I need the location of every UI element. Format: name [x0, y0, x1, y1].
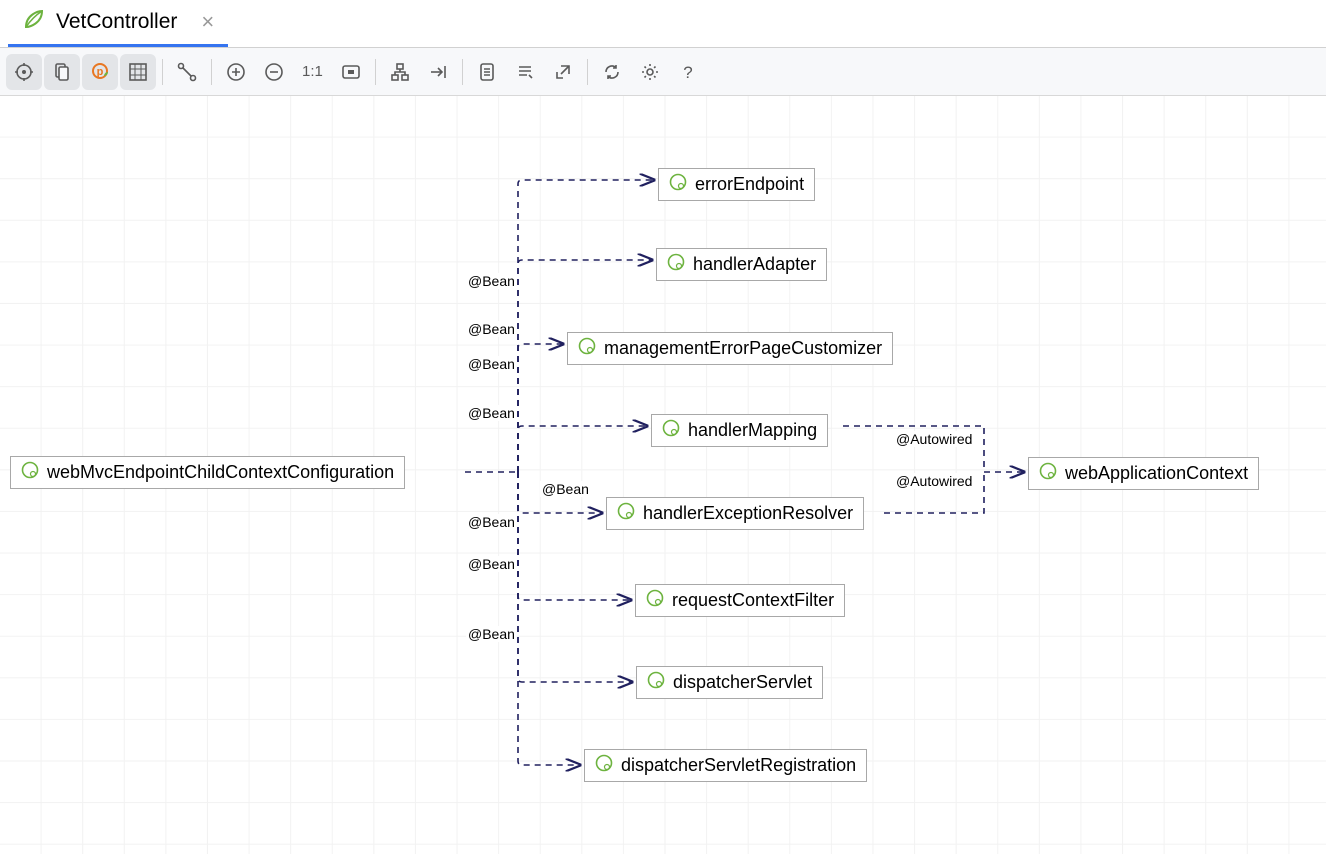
bean-icon [1039, 462, 1057, 485]
edge-label-autowired: @Autowired [894, 473, 974, 489]
svg-text:?: ? [683, 63, 692, 82]
toolbar: p 1:1 ? [0, 48, 1326, 96]
diagram-canvas[interactable]: @Bean @Bean @Bean @Bean @Bean @Bean @Bea… [0, 96, 1326, 854]
toolbar-sep [211, 59, 212, 85]
zoom-in-icon[interactable] [218, 54, 254, 90]
node-request-context-filter[interactable]: requestContextFilter [635, 584, 845, 617]
node-label: dispatcherServletRegistration [621, 755, 856, 776]
node-label: dispatcherServlet [673, 672, 812, 693]
node-label: webMvcEndpointChildContextConfiguration [47, 462, 394, 483]
documents-icon[interactable] [44, 54, 80, 90]
tab-bar: VetController × [0, 0, 1326, 48]
toolbar-sep [162, 59, 163, 85]
svg-text:p: p [97, 66, 104, 78]
refresh-icon[interactable] [594, 54, 630, 90]
node-error-endpoint[interactable]: errorEndpoint [658, 168, 815, 201]
node-label: handlerMapping [688, 420, 817, 441]
node-label: handlerAdapter [693, 254, 816, 275]
edge-label-bean: @Bean [466, 321, 517, 337]
spring-leaf-icon [22, 7, 46, 37]
node-handler-mapping[interactable]: handlerMapping [651, 414, 828, 447]
help-icon[interactable]: ? [670, 54, 706, 90]
node-dispatcher-servlet-registration[interactable]: dispatcherServletRegistration [584, 749, 867, 782]
edge-label-bean: @Bean [466, 556, 517, 572]
toolbar-sep [375, 59, 376, 85]
node-handler-adapter[interactable]: handlerAdapter [656, 248, 827, 281]
fit-icon[interactable] [333, 54, 369, 90]
zoom-out-icon[interactable] [256, 54, 292, 90]
edge-label-bean: @Bean [466, 514, 517, 530]
node-management-error-page-customizer[interactable]: managementErrorPageCustomizer [567, 332, 893, 365]
bean-icon [646, 589, 664, 612]
edge-label-autowired: @Autowired [894, 431, 974, 447]
node-label: managementErrorPageCustomizer [604, 338, 882, 359]
bean-icon [21, 461, 39, 484]
edge-label-bean: @Bean [466, 626, 517, 642]
bean-icon [595, 754, 613, 777]
tab-title: VetController [56, 10, 177, 34]
hierarchy-icon[interactable] [382, 54, 418, 90]
node-web-application-context[interactable]: webApplicationContext [1028, 457, 1259, 490]
node-label: errorEndpoint [695, 174, 804, 195]
zoom-level[interactable]: 1:1 [294, 63, 331, 80]
notes-icon[interactable] [507, 54, 543, 90]
bean-icon [617, 502, 635, 525]
tab-vetcontroller[interactable]: VetController × [8, 0, 228, 47]
target-icon[interactable] [6, 54, 42, 90]
bean-icon [667, 253, 685, 276]
bean-icon [647, 671, 665, 694]
node-label: handlerExceptionResolver [643, 503, 853, 524]
gear-icon[interactable] [632, 54, 668, 90]
node-dispatcher-servlet[interactable]: dispatcherServlet [636, 666, 823, 699]
align-right-icon[interactable] [420, 54, 456, 90]
document-icon[interactable] [469, 54, 505, 90]
popout-icon[interactable] [545, 54, 581, 90]
close-icon[interactable]: × [201, 11, 214, 33]
node-label: webApplicationContext [1065, 463, 1248, 484]
node-handler-exception-resolver[interactable]: handlerExceptionResolver [606, 497, 864, 530]
edge-label-bean: @Bean [540, 481, 591, 497]
product-icon[interactable]: p [82, 54, 118, 90]
edge-label-bean: @Bean [466, 273, 517, 289]
edge-label-bean: @Bean [466, 356, 517, 372]
node-root[interactable]: webMvcEndpointChildContextConfiguration [10, 456, 405, 489]
grid-icon[interactable] [120, 54, 156, 90]
node-label: requestContextFilter [672, 590, 834, 611]
edge-label-bean: @Bean [466, 405, 517, 421]
bean-icon [578, 337, 596, 360]
bean-icon [662, 419, 680, 442]
path-icon[interactable] [169, 54, 205, 90]
bean-icon [669, 173, 687, 196]
toolbar-sep [587, 59, 588, 85]
toolbar-sep [462, 59, 463, 85]
